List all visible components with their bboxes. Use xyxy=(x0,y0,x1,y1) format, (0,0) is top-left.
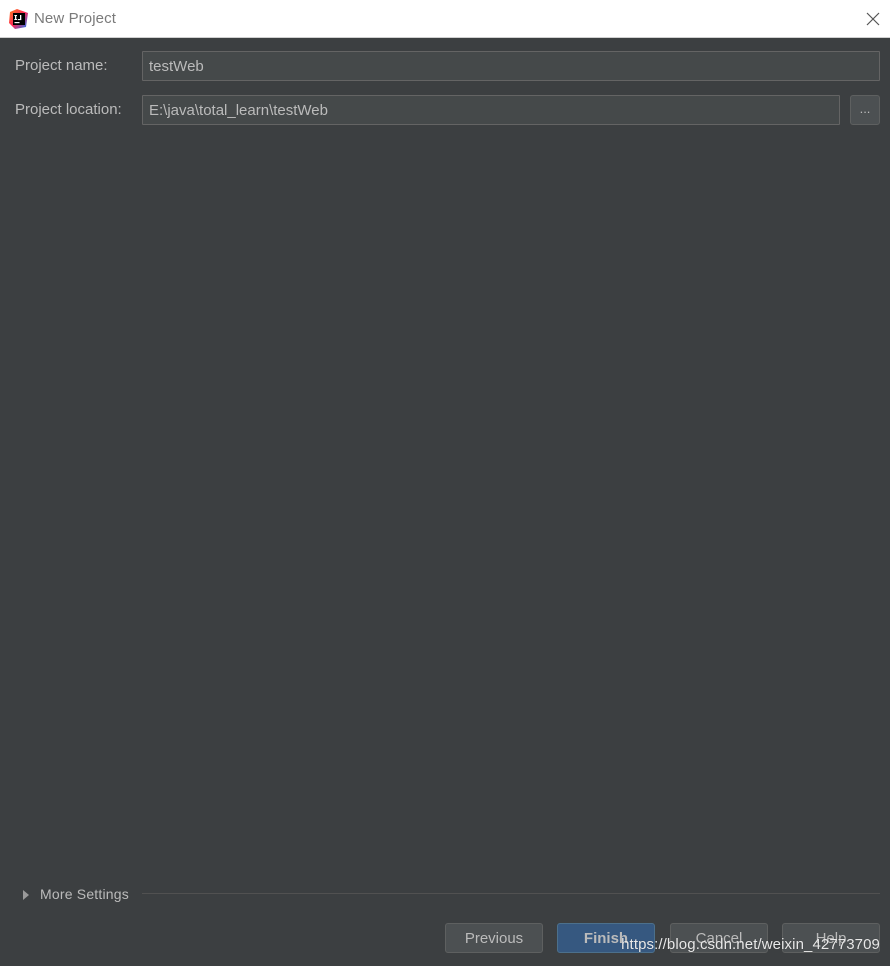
previous-button[interactable]: Previous xyxy=(445,923,543,953)
browse-location-button[interactable]: ... xyxy=(850,95,880,125)
close-icon[interactable] xyxy=(862,8,884,30)
watermark-url: https://blog.csdn.net/weixin_42773709 xyxy=(621,936,880,953)
new-project-dialog: New Project Project name: Project locati… xyxy=(0,0,890,966)
more-settings-divider xyxy=(142,893,880,894)
window-title: New Project xyxy=(34,10,116,27)
project-name-input[interactable] xyxy=(142,51,880,81)
project-location-input[interactable] xyxy=(142,95,840,125)
more-settings-label: More Settings xyxy=(40,886,129,902)
project-location-label: Project location: xyxy=(15,101,122,118)
expand-triangle-icon xyxy=(20,888,32,900)
project-name-label: Project name: xyxy=(15,57,108,74)
title-bar: New Project xyxy=(0,0,890,38)
intellij-idea-icon xyxy=(9,9,29,29)
more-settings-toggle[interactable]: More Settings xyxy=(20,884,129,904)
